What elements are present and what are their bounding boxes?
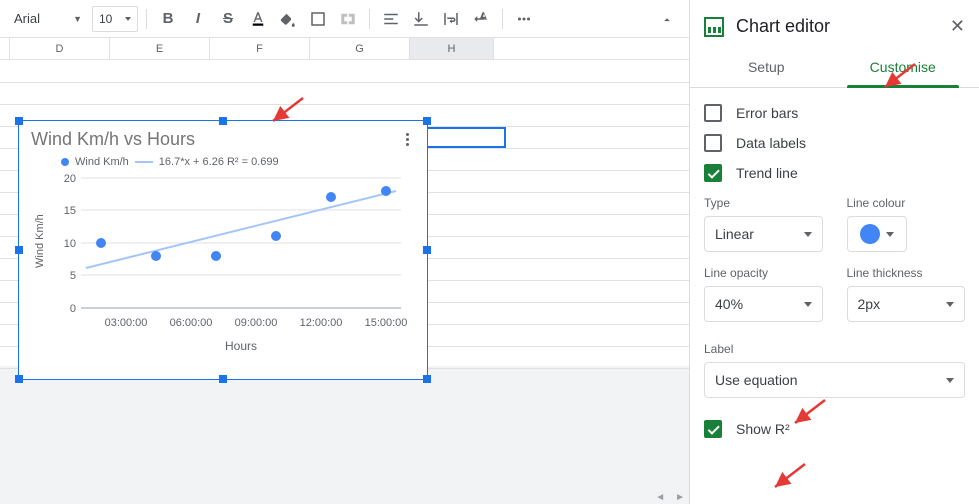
fill-color-button[interactable] [275, 6, 301, 32]
chart-menu-button[interactable] [399, 131, 415, 147]
strikethrough-button[interactable]: S [215, 6, 241, 32]
active-cell[interactable] [422, 127, 506, 148]
svg-text:06:00:00: 06:00:00 [170, 317, 213, 329]
font-family-select[interactable]: Arial ▼ [8, 6, 88, 32]
caret-down-icon [946, 378, 954, 383]
sidebar-title: Chart editor [736, 16, 938, 37]
data-labels-checkbox[interactable] [704, 134, 722, 152]
show-r2-label: Show R² [736, 421, 790, 437]
caret-down-icon [804, 302, 812, 307]
colour-field-label: Line colour [847, 196, 966, 210]
trend-label-value: Use equation [715, 372, 798, 388]
svg-text:20: 20 [64, 173, 76, 185]
svg-text:Wind Km/h: Wind Km/h [34, 214, 46, 268]
svg-text:15: 15 [64, 205, 76, 217]
column-header[interactable]: E [110, 38, 210, 59]
line-thickness-select[interactable]: 2px [847, 286, 966, 322]
error-bars-label: Error bars [736, 105, 798, 121]
svg-text:5: 5 [70, 270, 76, 282]
text-wrap-button[interactable] [438, 6, 464, 32]
tab-setup[interactable]: Setup [698, 49, 835, 87]
italic-button[interactable]: I [185, 6, 211, 32]
svg-text:0: 0 [70, 303, 76, 315]
trend-line-checkbox[interactable] [704, 164, 722, 182]
horizontal-align-button[interactable] [378, 6, 404, 32]
svg-text:03:00:00: 03:00:00 [105, 317, 148, 329]
column-header[interactable]: F [210, 38, 310, 59]
column-header[interactable]: H [410, 38, 494, 59]
svg-text:10: 10 [64, 238, 76, 250]
caret-down-icon [125, 17, 131, 21]
trend-label-select[interactable]: Use equation [704, 362, 965, 398]
svg-text:Hours: Hours [225, 339, 257, 353]
line-opacity-select[interactable]: 40% [704, 286, 823, 322]
font-family-value: Arial [14, 11, 40, 26]
line-opacity-value: 40% [715, 296, 743, 312]
legend-marker-icon [61, 158, 69, 166]
tab-customise[interactable]: Customise [835, 49, 972, 87]
colour-swatch-icon [860, 224, 880, 244]
scroll-right-icon[interactable]: ► [675, 492, 685, 503]
data-labels-label: Data labels [736, 135, 806, 151]
caret-down-icon [946, 302, 954, 307]
line-thickness-value: 2px [858, 296, 881, 312]
show-r2-checkbox[interactable] [704, 420, 722, 438]
opacity-field-label: Line opacity [704, 266, 823, 280]
font-size-value: 10 [99, 12, 112, 26]
svg-text:09:00:00: 09:00:00 [235, 317, 278, 329]
svg-text:15:00:00: 15:00:00 [365, 317, 408, 329]
text-color-button[interactable] [245, 6, 271, 32]
borders-button[interactable] [305, 6, 331, 32]
thickness-field-label: Line thickness [847, 266, 966, 280]
more-toolbar-button[interactable] [511, 6, 537, 32]
error-bars-checkbox[interactable] [704, 104, 722, 122]
column-header[interactable]: G [310, 38, 410, 59]
vertical-align-button[interactable] [408, 6, 434, 32]
svg-text:12:00:00: 12:00:00 [300, 317, 343, 329]
close-sidebar-button[interactable]: ✕ [950, 16, 965, 37]
trend-line-label: Trend line [736, 165, 798, 181]
chart-plot: Wind Km/h 0 5 10 15 20 [31, 168, 411, 358]
chart-editor-icon [704, 17, 724, 37]
collapse-toolbar-button[interactable] [655, 8, 679, 32]
caret-down-icon [804, 232, 812, 237]
type-field-label: Type [704, 196, 823, 210]
font-size-select[interactable]: 10 [92, 6, 138, 32]
column-header[interactable]: D [10, 38, 110, 59]
trend-type-select[interactable]: Linear [704, 216, 823, 252]
caret-down-icon [886, 232, 894, 237]
label-field-label: Label [704, 342, 965, 356]
text-rotation-button[interactable] [468, 6, 494, 32]
bold-button[interactable]: B [155, 6, 181, 32]
chart-title: Wind Km/h vs Hours [31, 129, 415, 150]
legend-series-label: Wind Km/h [75, 156, 129, 168]
legend-trend-icon [135, 161, 153, 163]
scroll-left-icon[interactable]: ◄ [655, 492, 665, 503]
trend-type-value: Linear [715, 226, 754, 242]
caret-down-icon: ▼ [73, 14, 82, 24]
line-colour-select[interactable] [847, 216, 907, 252]
legend-trend-label: 16.7*x + 6.26 R² = 0.699 [159, 156, 279, 168]
merge-cells-button[interactable] [335, 6, 361, 32]
chart-object[interactable]: Wind Km/h vs Hours Wind Km/h 16.7*x + 6.… [18, 120, 428, 380]
